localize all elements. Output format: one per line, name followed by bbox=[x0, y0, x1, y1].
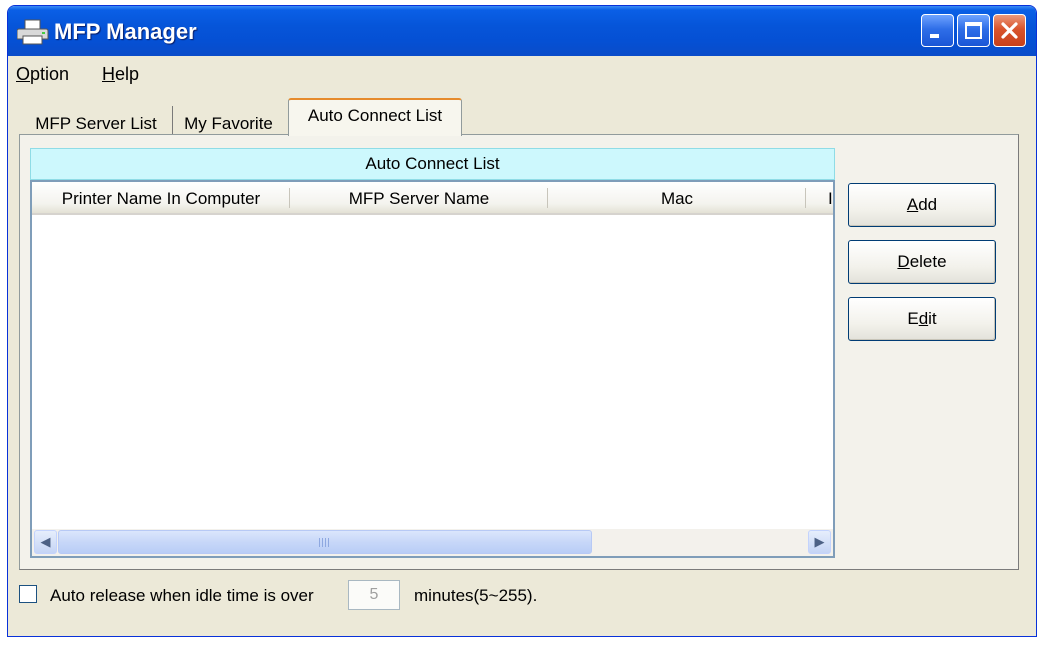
scroll-left-button[interactable]: ◀ bbox=[34, 530, 57, 554]
auto-release-label: Auto release when idle time is over bbox=[50, 586, 314, 605]
tab-auto-connect-list[interactable]: Auto Connect List bbox=[288, 98, 462, 136]
maximize-icon bbox=[965, 22, 982, 39]
maximize-button[interactable] bbox=[957, 14, 990, 47]
idle-minutes-input[interactable] bbox=[348, 580, 400, 610]
column-header-printer-name[interactable]: Printer Name In Computer bbox=[32, 182, 290, 215]
delete-button[interactable]: Delete bbox=[848, 240, 996, 284]
title-bar[interactable]: MFP Manager bbox=[8, 6, 1036, 56]
minimize-icon bbox=[930, 34, 939, 38]
close-button[interactable] bbox=[993, 14, 1026, 47]
scroll-thumb[interactable] bbox=[58, 530, 592, 554]
scroll-grip bbox=[319, 538, 331, 547]
scroll-left-icon: ◀ bbox=[40, 534, 51, 549]
window-title: MFP Manager bbox=[54, 19, 197, 44]
column-header-truncated[interactable]: I bbox=[806, 182, 833, 215]
minutes-range-label: minutes(5~255). bbox=[414, 586, 538, 605]
auto-release-checkbox[interactable] bbox=[19, 585, 37, 603]
add-button[interactable]: Add bbox=[848, 183, 996, 227]
edit-button[interactable]: Edit bbox=[848, 297, 996, 341]
menu-option[interactable]: Option bbox=[16, 64, 69, 85]
column-header-mfp-server-name[interactable]: MFP Server Name bbox=[290, 182, 548, 215]
menu-bar: Option Help bbox=[8, 56, 1036, 90]
auto-connect-listview[interactable]: Printer Name In Computer MFP Server Name… bbox=[30, 180, 835, 558]
horizontal-scrollbar[interactable]: ◀ ▶ bbox=[32, 529, 833, 556]
scroll-right-icon: ▶ bbox=[814, 534, 825, 549]
menu-help[interactable]: Help bbox=[102, 64, 139, 85]
list-caption: Auto Connect List bbox=[30, 148, 835, 180]
close-icon bbox=[1001, 22, 1018, 39]
column-header-mac[interactable]: Mac bbox=[548, 182, 806, 215]
scroll-right-button[interactable]: ▶ bbox=[808, 530, 831, 554]
minimize-button[interactable] bbox=[921, 14, 954, 47]
printer-icon bbox=[17, 19, 49, 45]
